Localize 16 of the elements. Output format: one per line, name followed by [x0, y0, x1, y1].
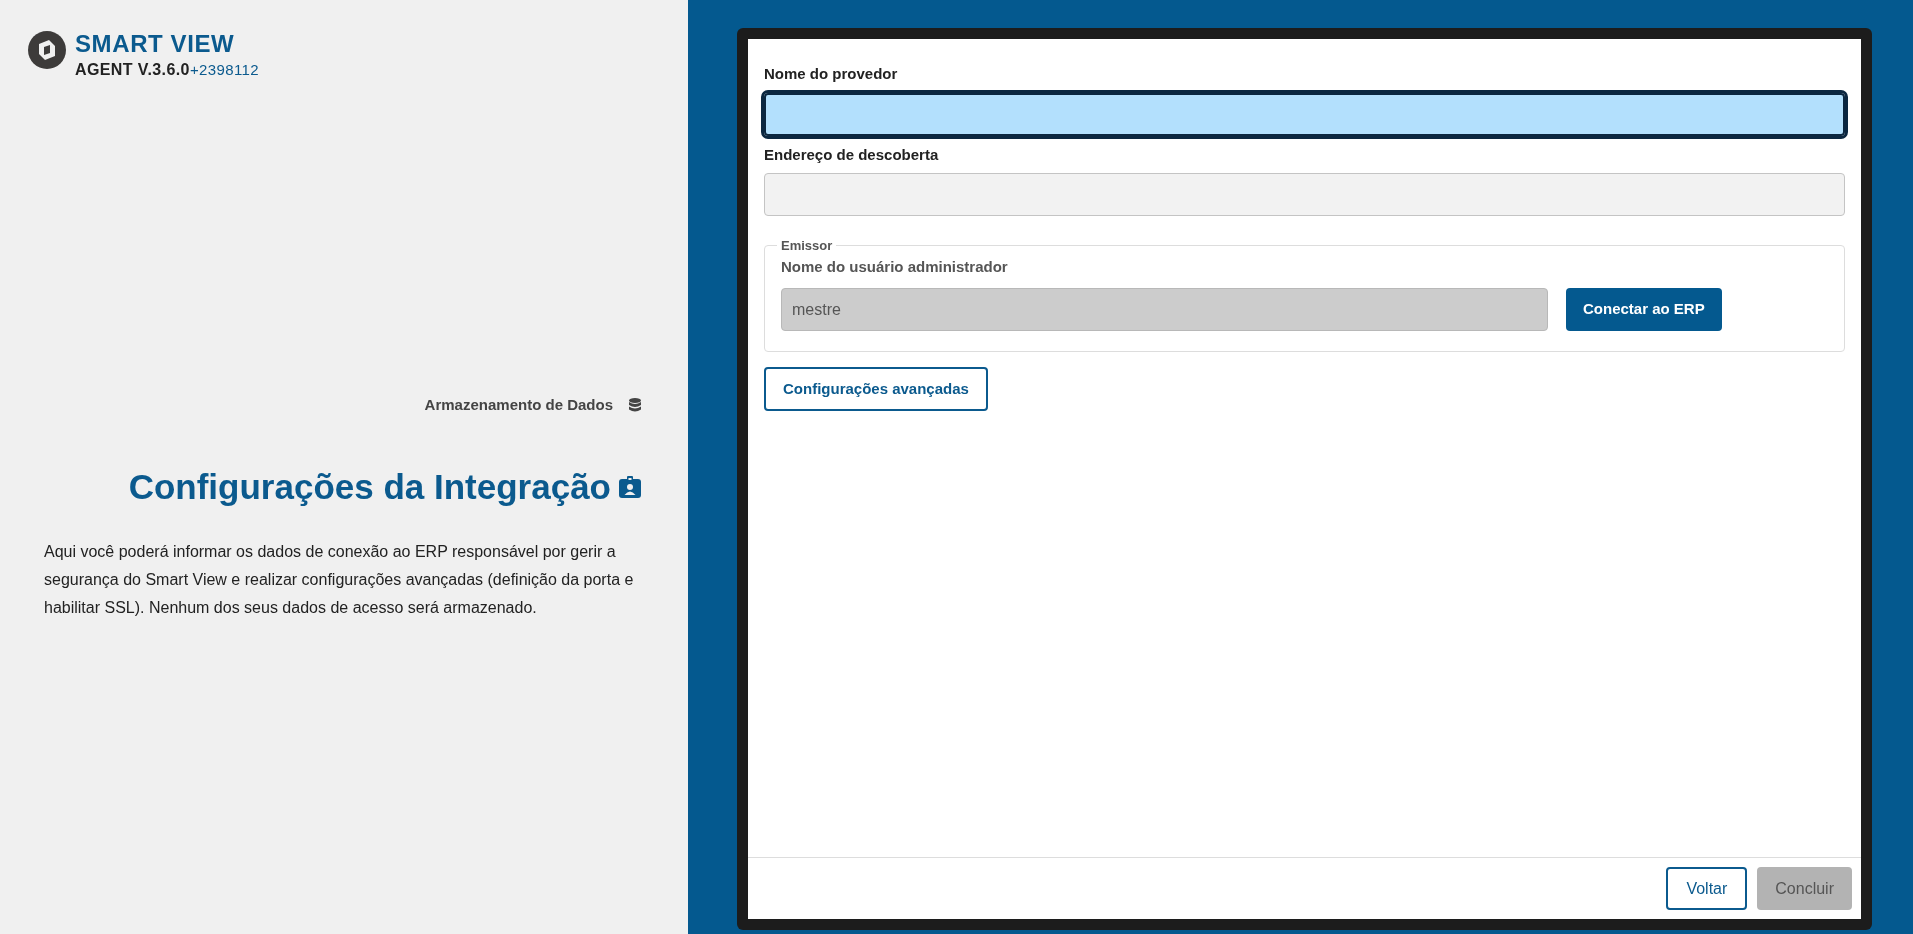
- description-text: Aqui você poderá informar os dados de conexão ao ERP responsável por gerir a segurança do Smart View e realizar configurações avançadas (definição da porta e habilitar SSL). Nenhum dos seus dados de acesso será armazenado.: [43, 542, 635, 618]
- footer-button[interactable]: Voltar: [1666, 867, 1748, 910]
- page-heading: Configurações da Integração: [128, 465, 611, 508]
- build-number: +2398112: [189, 60, 259, 80]
- logo-icon: [27, 30, 67, 70]
- id-badge-icon: [619, 475, 641, 498]
- group-legend: Emissor: [777, 236, 837, 256]
- text-field[interactable]: [764, 92, 1845, 136]
- version-text: AGENT V.3.6.0: [75, 60, 190, 80]
- advanced-settings-button[interactable]: Configurações avançadas: [764, 367, 988, 411]
- field-label: Nome do usuário administrador: [781, 256, 1009, 277]
- brand-title: SMART VIEW: [75, 30, 236, 58]
- storage-link[interactable]: Armazenamento de Dados: [424, 394, 613, 417]
- field-label: Nome do provedor: [764, 64, 899, 84]
- database-icon: [629, 398, 641, 413]
- field-label: Endereço de descoberta: [764, 144, 940, 165]
